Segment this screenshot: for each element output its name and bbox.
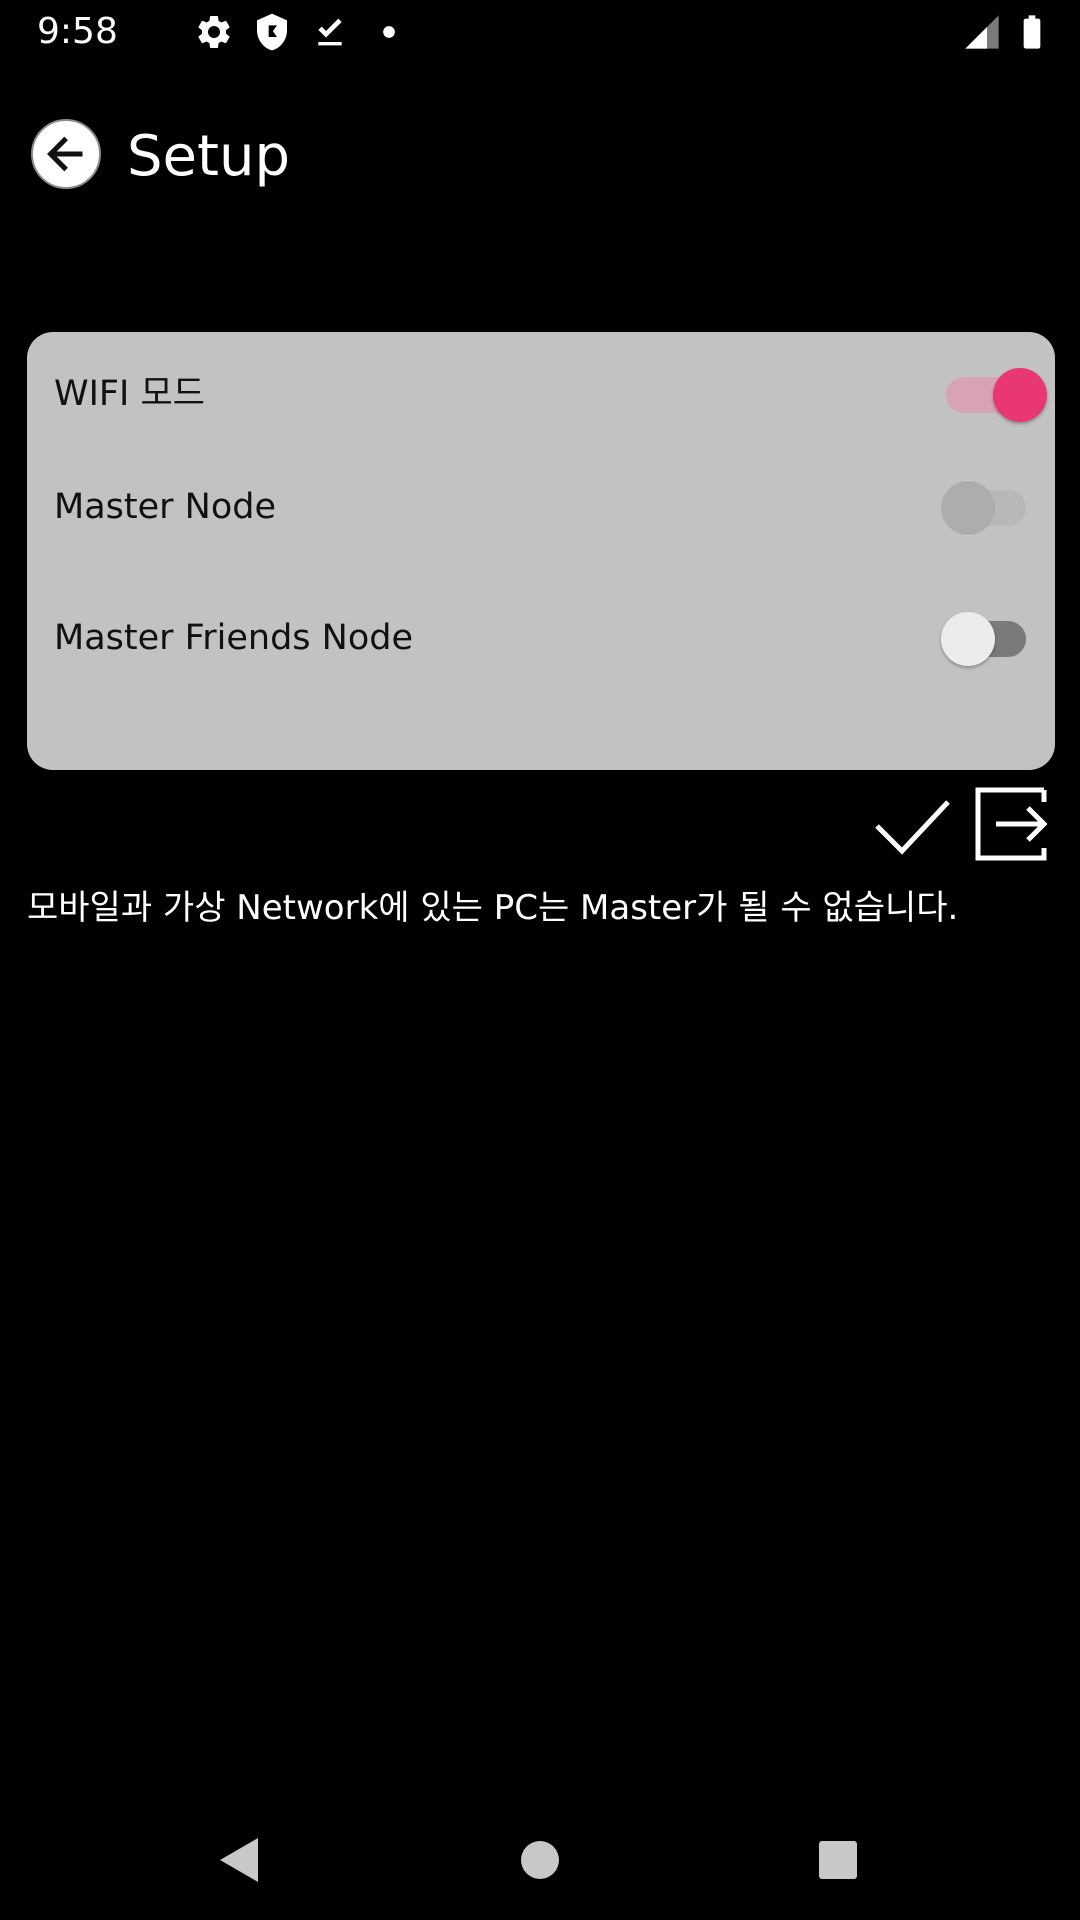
nav-home-button[interactable] — [510, 1830, 570, 1890]
recents-square-icon — [819, 1841, 857, 1879]
settings-icon — [194, 12, 234, 52]
cell-signal-icon — [962, 12, 1002, 52]
setting-row-master-friends-node: Master Friends Node — [27, 593, 1055, 683]
back-triangle-icon — [220, 1838, 258, 1882]
home-circle-icon — [521, 1841, 559, 1879]
download-done-icon — [310, 12, 350, 52]
back-button[interactable] — [31, 119, 101, 189]
master-friends-node-label: Master Friends Node — [54, 618, 413, 658]
exit-button[interactable] — [972, 784, 1052, 864]
setting-row-wifi-mode: WIFI 모드 — [27, 349, 1055, 439]
switch-thumb — [993, 368, 1047, 422]
battery-icon — [1012, 12, 1052, 52]
status-time: 9:58 — [37, 11, 118, 52]
wifi-mode-label: WIFI 모드 — [54, 374, 205, 414]
shield-icon — [252, 12, 292, 52]
setting-row-master-node: Master Node — [27, 462, 1055, 552]
notification-dot-icon — [369, 12, 409, 52]
settings-card: WIFI 모드 Master Node Master Friends Node — [27, 332, 1055, 770]
page-title: Setup — [127, 124, 290, 189]
arrow-left-icon — [47, 136, 83, 172]
master-node-switch[interactable] — [937, 481, 1047, 535]
navigation-bar — [0, 1800, 1080, 1920]
wifi-mode-switch[interactable] — [937, 368, 1047, 422]
info-message: 모바일과 가상 Network에 있는 PC는 Master가 될 수 없습니다… — [27, 888, 959, 928]
switch-thumb — [941, 612, 995, 666]
switch-thumb — [941, 481, 995, 535]
exit-icon — [975, 787, 1048, 861]
master-node-label: Master Node — [54, 487, 276, 527]
nav-recents-button[interactable] — [808, 1830, 868, 1890]
status-bar: 9:58 — [0, 0, 1080, 64]
master-friends-node-switch[interactable] — [937, 612, 1047, 666]
nav-back-button[interactable] — [210, 1830, 270, 1890]
check-icon — [875, 800, 950, 855]
confirm-button[interactable] — [872, 786, 952, 866]
